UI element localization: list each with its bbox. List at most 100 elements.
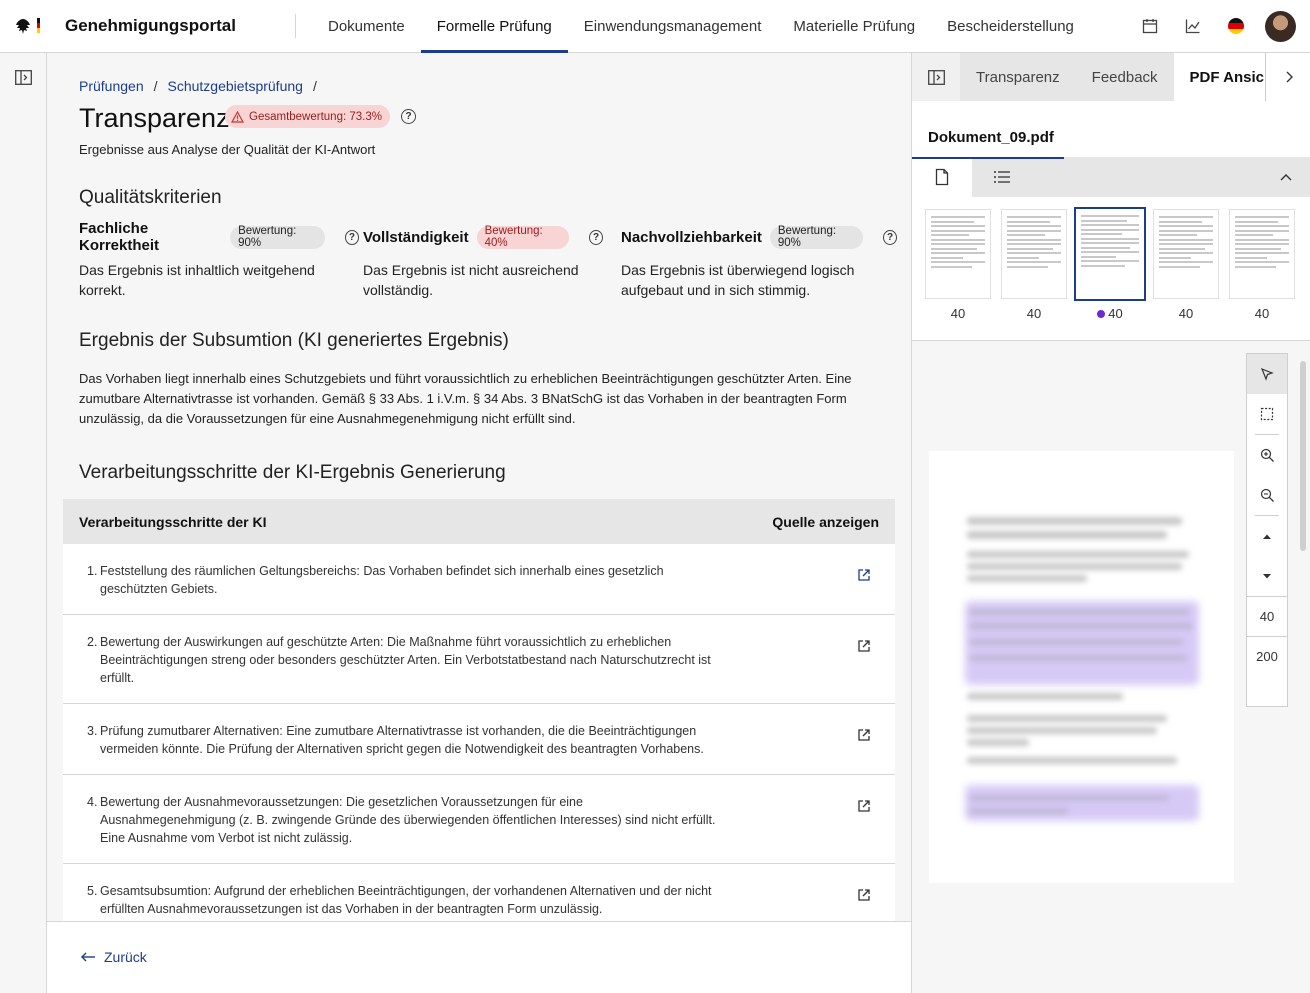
result-text: Das Vorhaben liegt innerhalb eines Schut… <box>79 371 852 426</box>
collapse-thumbnails-button[interactable] <box>1261 157 1310 197</box>
left-rail <box>0 53 47 993</box>
nav-einwendungsmanagement[interactable]: Einwendungsmanagement <box>568 0 778 53</box>
outline-view-button[interactable] <box>972 157 1032 197</box>
current-page-input[interactable]: 40 <box>1247 596 1287 636</box>
zoom-in-icon <box>1260 448 1274 462</box>
warning-icon <box>231 110 244 123</box>
external-link-icon[interactable] <box>857 568 871 582</box>
next-page-button[interactable] <box>1247 556 1287 596</box>
page-subtitle: Ergebnisse aus Analyse der Qualität der … <box>79 142 376 157</box>
page-thumbnail-selected[interactable] <box>1074 207 1146 301</box>
nav-dokumente[interactable]: Dokumente <box>312 0 421 53</box>
tabs-next-button[interactable] <box>1265 53 1310 101</box>
zoom-out-icon <box>1260 488 1274 502</box>
selected-marker-icon <box>1097 310 1106 318</box>
external-link-icon[interactable] <box>857 799 871 813</box>
chevron-up-icon <box>1280 174 1292 181</box>
panel-tabs: Transparenz Feedback PDF Ansicht <box>912 53 1310 101</box>
page-thumbnail[interactable] <box>1229 209 1295 299</box>
panel-toggle-button[interactable] <box>912 53 960 101</box>
table-row: 3. Prüfung zumutbarer Alternativen: Eine… <box>63 704 895 775</box>
pdf-file-name: Dokument_09.pdf <box>928 129 1054 146</box>
pdf-viewer: 40 200 <box>912 341 1310 993</box>
page-thumbnail[interactable] <box>1001 209 1067 299</box>
triangle-down-icon <box>1263 573 1271 578</box>
cursor-icon <box>1260 367 1274 381</box>
pdf-tools: 40 200 <box>1246 353 1288 707</box>
previous-page-button[interactable] <box>1247 516 1287 556</box>
criterion-score-badge: Bewertung: 90% <box>230 225 325 249</box>
step-number: 2. <box>87 635 98 649</box>
steps-table: Verarbeitungsschritte der KI Quelle anze… <box>63 499 895 921</box>
external-link-icon[interactable] <box>857 728 871 742</box>
marquee-icon <box>1260 407 1274 421</box>
breadcrumb-separator: / <box>153 78 158 94</box>
source-highlight <box>965 785 1199 821</box>
criterion-text: Das Ergebnis ist inhaltlich weitgehend k… <box>79 262 315 298</box>
step-text: Gesamtsubsumtion: Aufgrund der erheblich… <box>100 884 712 916</box>
table-row: 5. Gesamtsubsumtion: Aufgrund der erhebl… <box>63 864 895 921</box>
calendar-icon[interactable] <box>1141 17 1159 35</box>
criterion-score-badge: Bewertung: 40% <box>476 225 570 249</box>
zoom-in-button[interactable] <box>1247 435 1287 475</box>
tab-feedback[interactable]: Feedback <box>1076 53 1174 101</box>
page-thumbnail[interactable] <box>925 209 991 299</box>
step-number: 5. <box>87 884 98 898</box>
col-steps: Verarbeitungsschritte der KI <box>79 513 267 530</box>
federal-eagle-logo[interactable] <box>14 16 44 36</box>
brand-name[interactable]: Genehmigungsportal <box>65 16 236 36</box>
main-content: Prüfungen / Schutzgebietsprüfung / Trans… <box>47 53 911 921</box>
back-label: Zurück <box>104 949 147 965</box>
main-nav: Dokumente Formelle Prüfung Einwendungsma… <box>312 0 1090 53</box>
col-source: Quelle anzeigen <box>772 513 879 530</box>
step-text: Bewertung der Ausnahmevoraussetzungen: D… <box>100 795 716 845</box>
arrow-left-icon <box>81 952 95 962</box>
breadcrumb-pruefungen[interactable]: Prüfungen <box>79 78 144 94</box>
external-link-icon[interactable] <box>857 888 871 902</box>
back-button[interactable]: Zurück <box>80 949 147 965</box>
table-row: 4. Bewertung der Ausnahmevoraussetzungen… <box>63 775 895 864</box>
thumbnail-page-number: 40 <box>1026 306 1042 321</box>
chart-icon[interactable] <box>1184 17 1202 35</box>
triangle-up-icon <box>1263 534 1271 539</box>
step-text: Bewertung der Auswirkungen auf geschützt… <box>100 635 711 685</box>
sidebar-toggle-icon[interactable] <box>15 70 32 85</box>
tab-transparenz[interactable]: Transparenz <box>960 53 1076 101</box>
page-thumbnails: 40 40 40 40 40 <box>912 207 1310 339</box>
pdf-view-toolbar <box>912 157 1310 197</box>
page-thumbnail[interactable] <box>1153 209 1219 299</box>
table-row: 1. Feststellung des räumlichen Geltungsb… <box>63 544 895 615</box>
page-view-button[interactable] <box>912 157 972 197</box>
panel-collapse-icon <box>927 69 945 85</box>
page-title: Transparenz <box>79 103 230 133</box>
external-link-icon[interactable] <box>857 639 871 653</box>
criterion-fachliche-korrektheit: Fachliche Korrektheit Bewertung: 90% ? D… <box>79 220 359 300</box>
criterion-nachvollziehbarkeit: Nachvollziehbarkeit Bewertung: 90% ? Das… <box>621 225 897 300</box>
select-tool-button[interactable] <box>1247 354 1287 394</box>
step-text: Feststellung des räumlichen Geltungsbere… <box>100 564 664 596</box>
chevron-right-icon <box>1286 71 1293 83</box>
overall-score-badge: Gesamtbewertung: 73.3% <box>225 105 390 128</box>
nav-bescheiderstellung[interactable]: Bescheiderstellung <box>931 0 1090 53</box>
germany-flag-icon[interactable] <box>1227 17 1245 35</box>
viewer-scrollbar[interactable] <box>1300 361 1306 551</box>
help-icon[interactable]: ? <box>589 229 603 245</box>
help-icon[interactable]: ? <box>344 229 359 245</box>
avatar[interactable] <box>1265 11 1296 42</box>
criterion-text: Das Ergebnis ist nicht ausreichend volls… <box>363 262 579 298</box>
nav-materielle-pruefung[interactable]: Materielle Prüfung <box>777 0 931 53</box>
nav-formelle-pruefung[interactable]: Formelle Prüfung <box>420 0 568 53</box>
pdf-page <box>929 451 1234 883</box>
thumbnail-page-number: 40 <box>1254 306 1270 321</box>
zoom-out-button[interactable] <box>1247 475 1287 515</box>
criterion-text: Das Ergebnis ist überwiegend logisch auf… <box>621 262 855 298</box>
breadcrumb-schutzgebietspruefung[interactable]: Schutzgebietsprüfung <box>168 78 303 94</box>
result-heading: Ergebnis der Subsumtion (KI generiertes … <box>79 330 509 351</box>
list-icon <box>994 171 1010 183</box>
criterion-name: Vollständigkeit <box>363 228 469 246</box>
breadcrumb: Prüfungen / Schutzgebietsprüfung / <box>79 78 317 94</box>
step-text: Prüfung zumutbarer Alternativen: Eine zu… <box>100 724 704 756</box>
help-icon[interactable]: ? <box>883 229 897 245</box>
area-select-tool-button[interactable] <box>1247 394 1287 434</box>
help-icon[interactable]: ? <box>401 109 416 124</box>
